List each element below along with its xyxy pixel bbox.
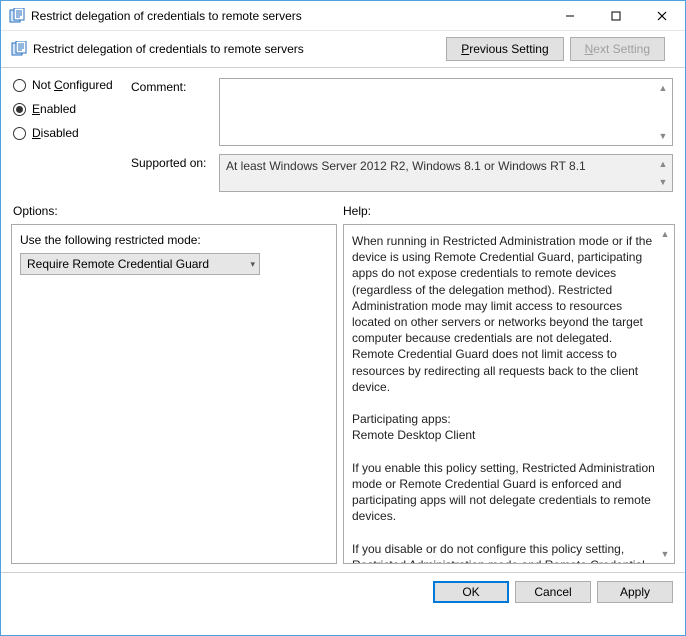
policy-title: Restrict delegation of credentials to re… (33, 42, 446, 56)
options-label: Options: (13, 204, 343, 218)
gpedit-icon (9, 8, 25, 24)
restricted-mode-dropdown[interactable]: Require Remote Credential Guard ▾ (20, 253, 260, 275)
radio-disabled[interactable]: Disabled (13, 126, 113, 140)
ok-button[interactable]: OK (433, 581, 509, 603)
comment-label: Comment: (131, 78, 209, 146)
cancel-button[interactable]: Cancel (515, 581, 591, 603)
scroll-up-icon[interactable]: ▲ (658, 227, 672, 241)
restricted-mode-label: Use the following restricted mode: (20, 233, 328, 247)
minimize-button[interactable] (547, 1, 593, 30)
dropdown-value: Require Remote Credential Guard (27, 257, 209, 271)
state-radios: Not Configured Enabled Disabled (13, 78, 113, 192)
help-text: When running in Restricted Administratio… (352, 233, 656, 564)
comment-textarea[interactable]: ▲ ▼ (219, 78, 673, 146)
supported-on-box: At least Windows Server 2012 R2, Windows… (219, 154, 673, 192)
close-button[interactable] (639, 1, 685, 30)
radio-not-configured[interactable]: Not Configured (13, 78, 113, 92)
scroll-up-icon[interactable]: ▲ (656, 157, 670, 171)
window-title: Restrict delegation of credentials to re… (31, 9, 547, 23)
radio-mark-icon (13, 127, 26, 140)
scroll-down-icon[interactable]: ▼ (656, 175, 670, 189)
help-panel: When running in Restricted Administratio… (343, 224, 675, 564)
radio-mark-icon (13, 79, 26, 92)
options-panel: Use the following restricted mode: Requi… (11, 224, 337, 564)
subheader: Restrict delegation of credentials to re… (1, 31, 685, 68)
supported-on-text: At least Windows Server 2012 R2, Windows… (226, 159, 586, 173)
scroll-down-icon[interactable]: ▼ (656, 129, 670, 143)
chevron-down-icon: ▾ (250, 259, 255, 270)
titlebar: Restrict delegation of credentials to re… (1, 1, 685, 31)
scroll-down-icon[interactable]: ▼ (658, 547, 672, 561)
apply-button[interactable]: Apply (597, 581, 673, 603)
previous-setting-button[interactable]: Previous Setting (446, 37, 563, 61)
scroll-up-icon[interactable]: ▲ (656, 81, 670, 95)
policy-icon (11, 41, 27, 57)
dialog-footer: OK Cancel Apply (1, 572, 685, 611)
supported-label: Supported on: (131, 154, 209, 192)
next-setting-button[interactable]: Next Setting (570, 37, 665, 61)
radio-mark-icon (13, 103, 26, 116)
help-label: Help: (343, 204, 371, 218)
maximize-button[interactable] (593, 1, 639, 30)
radio-enabled[interactable]: Enabled (13, 102, 113, 116)
